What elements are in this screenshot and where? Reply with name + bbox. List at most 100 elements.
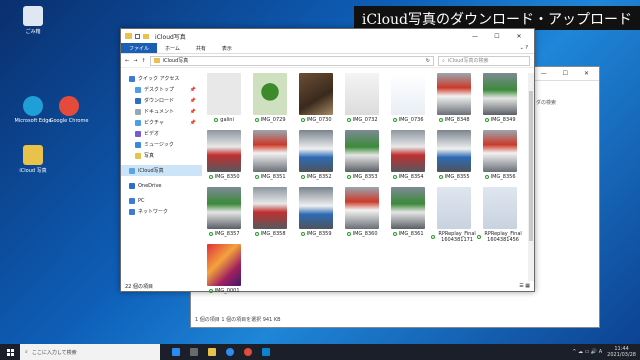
file-name-row: IMG_0736 — [392, 117, 424, 123]
nav-item[interactable]: 写真 — [129, 150, 202, 161]
nav-item[interactable]: ダウンロード 📌 — [129, 95, 202, 106]
desktop-icon[interactable]: ごみ箱 — [8, 6, 58, 35]
file-item[interactable]: IMG_8350 — [202, 130, 246, 187]
forward-button[interactable]: → — [133, 58, 137, 64]
nav-item[interactable]: ミュージック — [129, 139, 202, 150]
sync-status-icon — [254, 232, 259, 236]
refresh-button[interactable]: ↻ — [426, 58, 430, 64]
search-input[interactable]: ⌕ iCloud写真の検索 — [438, 55, 530, 66]
nav-item-label: ドキュメント — [144, 109, 175, 115]
file-item[interactable]: IMG_8355 — [432, 130, 476, 187]
ribbon-tab[interactable]: ホーム — [157, 43, 188, 53]
file-item[interactable]: IMG_0736 — [386, 73, 430, 130]
address-row: ← → ↑ iCloud写真 ↻ ⌕ iCloud写真の検索 — [121, 54, 534, 68]
nav-item[interactable]: ビデオ — [129, 128, 202, 139]
file-item[interactable]: RPReplay_Final1604381171 — [431, 187, 476, 244]
taskbar-app-icon[interactable] — [208, 348, 216, 356]
file-name: IMG_0730 — [306, 117, 332, 123]
file-item[interactable]: RPReplay_Final1604381456 — [477, 187, 522, 244]
taskbar-app-icon[interactable] — [190, 348, 198, 356]
file-name-row: IMG_0732 — [346, 117, 378, 123]
folder-icon — [153, 58, 160, 63]
file-item[interactable]: IMG_8348 — [432, 73, 476, 130]
nav-item[interactable]: PC — [129, 195, 202, 206]
close-icon[interactable]: ✕ — [584, 70, 589, 77]
file-name: IMG_8348 — [444, 117, 470, 123]
maximize-icon[interactable]: ☐ — [563, 70, 568, 77]
file-item[interactable]: IMG_8353 — [340, 130, 384, 187]
nav-item-label: iCloud写真 — [138, 168, 164, 174]
start-button[interactable] — [0, 344, 20, 360]
nav-item[interactable]: ドキュメント 📌 — [129, 106, 202, 117]
sync-status-icon — [392, 232, 397, 236]
content-area: クイック アクセス デスクトップ 📌 ダウンロード 📌 ドキュメント 📌 ピクチャ 📌 ビデオ ミュ… — [121, 69, 534, 294]
file-item[interactable]: IMG_8357 — [202, 187, 246, 244]
minimize-button[interactable]: — — [464, 33, 486, 40]
desktop-icon[interactable]: iCloud 写真 — [8, 145, 58, 174]
nav-item[interactable]: ネットワーク — [129, 206, 202, 217]
ribbon-expand-button[interactable]: ⌄ ? — [514, 43, 534, 53]
windows-icon — [6, 348, 14, 356]
file-item[interactable]: galini — [202, 73, 246, 130]
address-bar[interactable]: iCloud写真 ↻ — [149, 55, 434, 66]
taskbar-app-icon[interactable] — [244, 348, 252, 356]
file-item[interactable]: IMG_0730 — [294, 73, 338, 130]
properties-icon[interactable] — [135, 33, 140, 39]
taskbar-search[interactable]: ⌕ ここに入力して検索 — [20, 344, 160, 360]
new-folder-icon[interactable] — [143, 33, 149, 39]
file-item[interactable]: IMG_0732 — [340, 73, 384, 130]
vertical-scrollbar[interactable] — [528, 73, 534, 281]
nav-item[interactable]: ピクチャ 📌 — [129, 117, 202, 128]
sync-status-icon — [346, 232, 351, 236]
taskbar-app-icon[interactable] — [226, 348, 234, 356]
sync-status-icon — [300, 175, 305, 179]
nav-item-icon — [129, 197, 135, 204]
sync-status-icon — [438, 118, 443, 122]
file-item[interactable]: IMG_8356 — [478, 130, 522, 187]
ribbon-tab[interactable]: 表示 — [214, 43, 240, 53]
taskbar-app-icon[interactable] — [172, 348, 180, 356]
maximize-button[interactable]: ☐ — [486, 33, 508, 40]
file-item[interactable]: IMG_8349 — [478, 73, 522, 130]
up-button[interactable]: ↑ — [141, 58, 145, 64]
file-name-row: IMG_8349 — [484, 117, 516, 123]
pin-icon: 📌 — [189, 86, 197, 93]
clock[interactable]: 11:44 2021/03/28 — [607, 346, 636, 358]
file-name: RPReplay_Final1604381456 — [484, 231, 522, 243]
nav-item[interactable]: デスクトップ 📌 — [129, 84, 202, 95]
file-item[interactable]: IMG_8361 — [386, 187, 430, 244]
file-item[interactable]: IMG_8352 — [294, 130, 338, 187]
file-name: IMG_8357 — [214, 231, 240, 237]
file-name-row: IMG_8353 — [346, 174, 378, 180]
nav-item-label: ビデオ — [144, 131, 160, 137]
file-item[interactable]: IMG_8360 — [340, 187, 384, 244]
ribbon-tab[interactable]: ファイル — [121, 43, 158, 53]
file-item[interactable]: IMG_8351 — [248, 130, 292, 187]
taskbar-app-icon[interactable] — [262, 348, 270, 356]
file-item[interactable]: IMG_0729 — [248, 73, 292, 130]
scrollbar-thumb[interactable] — [529, 91, 534, 241]
file-thumbnail — [437, 73, 472, 115]
file-name-row: IMG_0730 — [300, 117, 332, 123]
nav-item-icon — [129, 167, 135, 174]
desktop-icon[interactable]: Google Chrome — [44, 96, 94, 124]
view-toggle[interactable]: ☰ ▦ — [519, 283, 530, 289]
file-name: IMG_8359 — [306, 231, 332, 237]
file-item[interactable]: IMG_8354 — [386, 130, 430, 187]
tray-icons[interactable]: ^ ☁ ▭ 🔊 A — [572, 349, 602, 355]
nav-item[interactable]: OneDrive — [129, 180, 202, 191]
nav-item-icon — [135, 86, 141, 93]
nav-item[interactable]: iCloud写真 — [121, 165, 203, 176]
file-item[interactable]: IMG_0001 — [202, 244, 246, 301]
minimize-icon[interactable]: — — [541, 70, 547, 77]
close-button[interactable]: ✕ — [508, 33, 530, 40]
nav-item-label: ピクチャ — [144, 120, 164, 126]
back-button[interactable]: ← — [125, 58, 129, 64]
ribbon-tab[interactable]: 共有 — [188, 43, 214, 53]
file-name: IMG_8353 — [352, 174, 378, 180]
explorer-window[interactable]: iCloud写真 — ☐ ✕ ファイル ホーム 共有 表示 ⌄ ? ← → ↑ iCl… — [120, 28, 535, 294]
file-item[interactable]: IMG_8358 — [248, 187, 292, 244]
nav-item[interactable]: クイック アクセス — [129, 73, 202, 84]
file-thumbnail — [345, 187, 380, 229]
file-item[interactable]: IMG_8359 — [294, 187, 338, 244]
